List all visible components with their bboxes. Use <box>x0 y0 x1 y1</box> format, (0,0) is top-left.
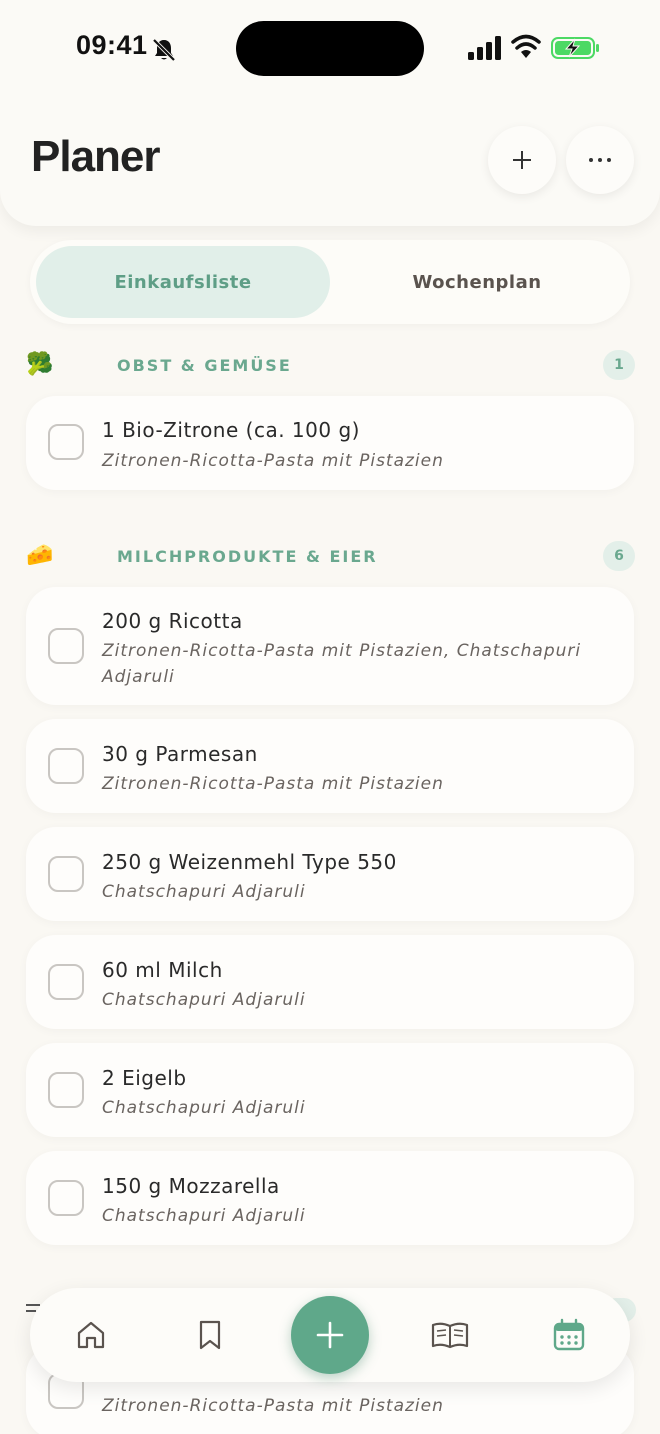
item-name: 250 g Weizenmehl Type 550 <box>102 850 397 874</box>
section-count-badge: 6 <box>603 541 635 571</box>
list-item[interactable]: 30 g Parmesan Zitronen-Ricotta-Pasta mit… <box>26 719 634 813</box>
status-time: 09:41 <box>76 30 148 60</box>
add-button[interactable] <box>488 126 556 194</box>
item-recipe: Chatschapuri Adjaruli <box>102 882 306 902</box>
list-item[interactable]: 60 ml Milch Chatschapuri Adjaruli <box>26 935 634 1029</box>
section-header-obst-gemuese: 🥦 OBST & GEMÜSE 1 <box>0 346 660 386</box>
item-checkbox[interactable] <box>48 856 84 892</box>
list-item[interactable]: 250 g Weizenmehl Type 550 Chatschapuri A… <box>26 827 634 921</box>
item-checkbox[interactable] <box>48 628 84 664</box>
cheese-icon: 🧀 <box>26 543 54 568</box>
item-name: 30 g Parmesan <box>102 742 258 766</box>
item-checkbox[interactable] <box>48 964 84 1000</box>
tab-einkaufsliste[interactable]: Einkaufsliste <box>36 246 330 318</box>
add-fab-button[interactable] <box>291 1296 369 1374</box>
item-recipe: Chatschapuri Adjaruli <box>102 1098 306 1118</box>
dynamic-island <box>236 21 424 76</box>
broccoli-icon: 🥦 <box>26 352 54 377</box>
item-name: 1 Bio-Zitrone (ca. 100 g) <box>102 418 360 442</box>
tab-wochenplan[interactable]: Wochenplan <box>330 246 624 318</box>
ellipsis-icon <box>589 158 611 162</box>
list-item[interactable]: 2 Eigelb Chatschapuri Adjaruli <box>26 1043 634 1137</box>
section-title: MILCHPRODUKTE & EIER <box>117 547 378 566</box>
item-name: 150 g Mozzarella <box>102 1174 280 1198</box>
open-book-icon[interactable] <box>430 1318 470 1352</box>
item-checkbox[interactable] <box>48 424 84 460</box>
status-bar: 09:41 <box>0 0 660 96</box>
wifi-icon <box>511 34 541 58</box>
page-title: Planer <box>31 132 161 181</box>
bottom-navigation <box>30 1288 630 1382</box>
battery-charging-icon <box>551 37 599 59</box>
item-checkbox[interactable] <box>48 748 84 784</box>
list-item[interactable]: 1 Bio-Zitrone (ca. 100 g) Zitronen-Ricot… <box>26 396 634 490</box>
item-recipe: Zitronen-Ricotta-Pasta mit Pistazien <box>102 451 444 471</box>
section-title: OBST & GEMÜSE <box>117 356 292 375</box>
item-name: 200 g Ricotta <box>102 609 243 633</box>
item-recipe: Zitronen-Ricotta-Pasta mit Pistazien <box>102 1396 444 1416</box>
item-name: 60 ml Milch <box>102 958 223 982</box>
section-count-badge: 1 <box>603 350 635 380</box>
calendar-icon[interactable] <box>552 1318 586 1352</box>
item-name: 2 Eigelb <box>102 1066 187 1090</box>
item-recipe: Zitronen-Ricotta-Pasta mit Pistazien <box>102 774 444 794</box>
item-recipe: Chatschapuri Adjaruli <box>102 1206 306 1226</box>
view-segmented-control: Einkaufsliste Wochenplan <box>30 240 630 324</box>
bookmark-icon[interactable] <box>193 1318 227 1352</box>
list-item[interactable]: 150 g Mozzarella Chatschapuri Adjaruli <box>26 1151 634 1245</box>
plus-icon <box>513 151 531 169</box>
item-checkbox[interactable] <box>48 1072 84 1108</box>
more-options-button[interactable] <box>566 126 634 194</box>
home-icon[interactable] <box>74 1318 108 1352</box>
item-recipe: Chatschapuri Adjaruli <box>102 990 306 1010</box>
bell-muted-icon <box>152 38 176 62</box>
item-checkbox[interactable] <box>48 1180 84 1216</box>
item-recipe: Zitronen-Ricotta-Pasta mit Pistazien, Ch… <box>102 641 582 687</box>
cellular-signal-icon <box>468 36 501 60</box>
list-item[interactable]: 200 g Ricotta Zitronen-Ricotta-Pasta mit… <box>26 587 634 705</box>
section-header-milchprodukte-eier: 🧀 MILCHPRODUKTE & EIER 6 <box>0 537 660 577</box>
plus-icon <box>316 1321 344 1349</box>
